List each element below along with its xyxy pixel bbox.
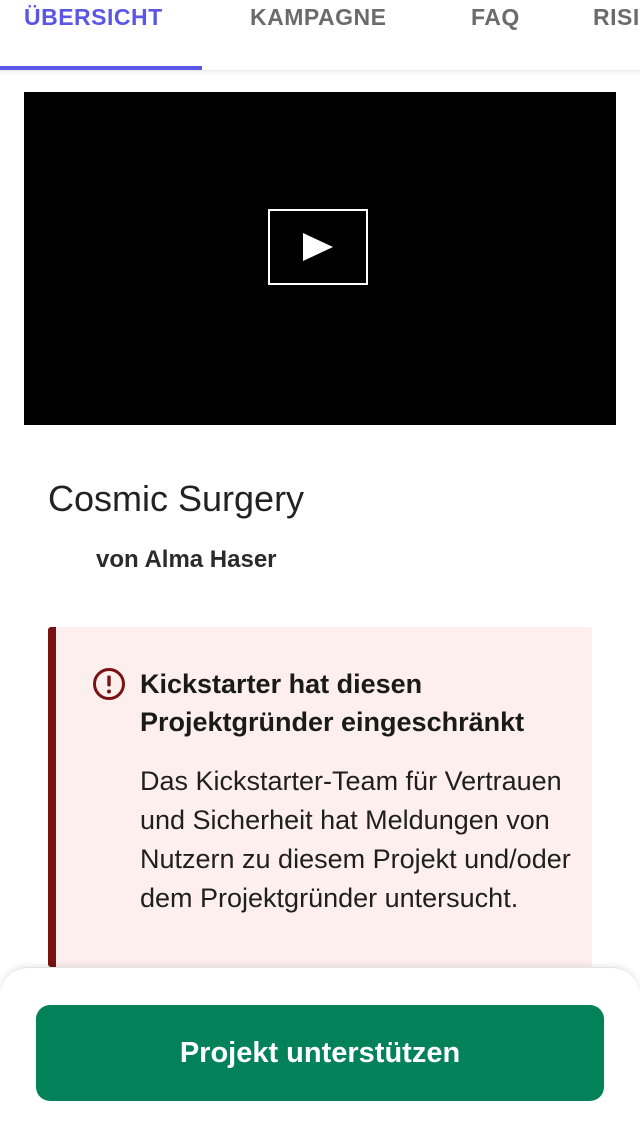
video-player[interactable] — [24, 92, 616, 425]
play-button[interactable] — [268, 209, 368, 285]
creator-byline[interactable]: von Alma Haser — [96, 546, 277, 574]
project-page: ÜBERSICHT KAMPAGNE FAQ RISIKEN Cosmic Su… — [0, 0, 640, 1136]
tab-campaign[interactable]: KAMPAGNE — [250, 0, 386, 70]
play-icon — [303, 233, 333, 261]
active-tab-indicator — [0, 66, 202, 70]
project-title: Cosmic Surgery — [48, 478, 305, 519]
warning-heading: Kickstarter hat diesen Projektgründer ei… — [140, 669, 525, 737]
tab-overview[interactable]: ÜBERSICHT — [24, 0, 163, 70]
back-project-button[interactable]: Projekt unterstützen — [36, 1005, 604, 1101]
warning-body: Das Kickstarter-Team für Vertrauen und S… — [140, 766, 571, 913]
tab-faq[interactable]: FAQ — [471, 0, 520, 70]
bottom-action-bar: Projekt unterstützen — [0, 967, 640, 1136]
tab-bar: ÜBERSICHT KAMPAGNE FAQ RISIKEN — [0, 0, 640, 71]
creator-restricted-warning: Kickstarter hat diesen Projektgründer ei… — [48, 627, 592, 967]
alert-circle-icon — [93, 668, 125, 700]
tab-risks[interactable]: RISIKEN — [593, 0, 640, 70]
